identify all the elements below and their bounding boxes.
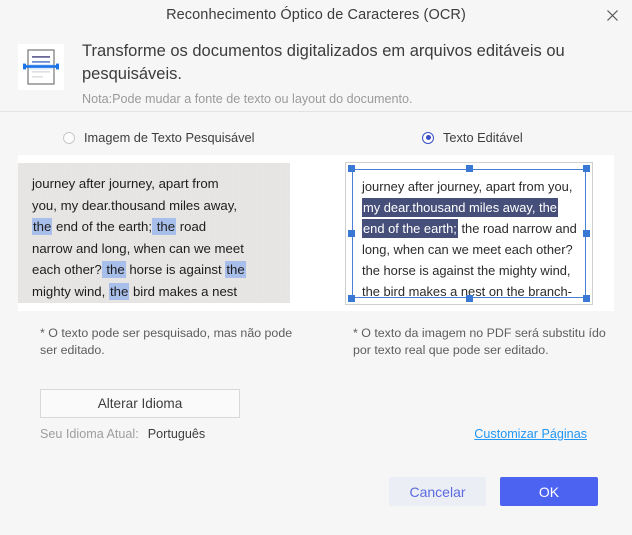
resize-handle-top-left[interactable]: [348, 165, 355, 172]
radio-searchable-text-image[interactable]: Imagem de Texto Pesquisável: [63, 130, 254, 145]
resize-handle-bottom-left[interactable]: [348, 295, 355, 302]
dialog-header: Transforme os documentos digitalizados e…: [0, 30, 632, 110]
resize-handle-middle-right[interactable]: [583, 230, 590, 237]
current-language-label: Seu Idioma Atual:: [40, 427, 139, 441]
preview-line: my dear.thousand miles away, the: [362, 197, 581, 218]
resize-handle-top-right[interactable]: [583, 165, 590, 172]
preview-text-run: road: [176, 219, 207, 234]
preview-text-run: bird makes a nest: [129, 283, 238, 299]
radio-label-editable: Texto Editável: [443, 130, 523, 145]
dialog-title: Reconhecimento Óptico de Caracteres (OCR…: [166, 7, 466, 23]
preview-text-run: mighty wind,: [32, 283, 109, 299]
preview-text-run: each other?: [32, 262, 102, 277]
header-title: Transforme os documentos digitalizados e…: [82, 42, 565, 83]
highlight-match: the: [225, 261, 246, 278]
preview-line: each other? the horse is against the: [32, 259, 278, 281]
preview-line: the horse is against the mighty wind,: [362, 260, 581, 281]
header-text-block: Transforme os documentos digitalizados e…: [82, 40, 632, 107]
highlight-match: the: [108, 282, 130, 300]
preview-line: you, my dear.thousand miles away,: [32, 195, 278, 217]
resize-handle-middle-left[interactable]: [348, 230, 355, 237]
text-selection-highlight: end of the earth;: [362, 219, 458, 238]
ok-button[interactable]: OK: [500, 477, 598, 506]
preview-scanned-image: journey after journey, apart from you, my…: [18, 163, 290, 303]
dialog-titlebar: Reconhecimento Óptico de Caracteres (OCR…: [0, 0, 632, 30]
preview-editable-text: journey after journey, apart from you, my…: [345, 162, 593, 305]
preview-text-run: journey after journey, apart from you,: [362, 179, 573, 194]
radio-mark-editable[interactable]: [422, 131, 434, 144]
header-note: Nota:Pode mudar a fonte de texto ou layo…: [82, 92, 413, 106]
preview-line: narrow and long, when can we meet: [32, 238, 278, 260]
text-selection-highlight: my dear.thousand miles away, the: [362, 198, 558, 217]
preview-text-run: end of the earth;: [52, 219, 153, 234]
radio-label-searchable: Imagem de Texto Pesquisável: [84, 130, 255, 145]
preview-text-run: the road narrow and: [457, 221, 577, 236]
current-language-value: Português: [147, 427, 206, 441]
scanned-document-icon: [18, 44, 64, 90]
customize-pages-link[interactable]: Customizar Páginas: [474, 427, 587, 441]
preview-text-run: narrow and long, when can we meet: [32, 240, 244, 256]
preview-line: end of the earth; the road narrow and: [362, 218, 581, 239]
cancel-button[interactable]: Cancelar: [389, 477, 486, 506]
preview-line: mighty wind, the bird makes a nest: [32, 281, 278, 303]
highlight-match: the: [152, 218, 177, 235]
change-language-button[interactable]: Alterar Idioma: [40, 389, 240, 418]
caption-searchable: * O texto pode ser pesquisado, mas não p…: [40, 326, 293, 357]
highlight-match: the: [32, 218, 53, 235]
ocr-mode-group: Imagem de Texto Pesquisável Texto Editáv…: [0, 130, 632, 152]
current-language: Seu Idioma Atual: Português: [40, 427, 205, 441]
resize-handle-bottom-right[interactable]: [583, 295, 590, 302]
preview-line: journey after journey, apart from: [32, 173, 278, 195]
header-divider: [0, 111, 632, 112]
preview-line: long, when can we meet each other?: [362, 239, 581, 260]
resize-handle-bottom-center[interactable]: [465, 295, 473, 302]
preview-text-run: the horse is against the mighty wind,: [362, 263, 571, 278]
preview-text-run: horse is against: [125, 262, 226, 277]
highlight-match: the: [101, 261, 126, 278]
preview-line: journey after journey, apart from you,: [362, 176, 581, 197]
preview-text-run: long, when can we meet each other?: [362, 242, 573, 257]
preview-text-run: journey after journey, apart from: [32, 176, 219, 191]
radio-editable-text[interactable]: Texto Editável: [422, 130, 523, 145]
caption-editable: * O texto da imagem no PDF será substitu…: [353, 326, 606, 357]
text-selection-box[interactable]: journey after journey, apart from you, my…: [352, 169, 586, 298]
radio-mark-searchable[interactable]: [63, 131, 75, 144]
close-icon[interactable]: [598, 2, 626, 28]
resize-handle-top-center[interactable]: [465, 165, 473, 172]
preview-text-run: you, my dear.thousand miles away,: [32, 197, 237, 213]
preview-line: the end of the earth; the road: [32, 216, 278, 238]
